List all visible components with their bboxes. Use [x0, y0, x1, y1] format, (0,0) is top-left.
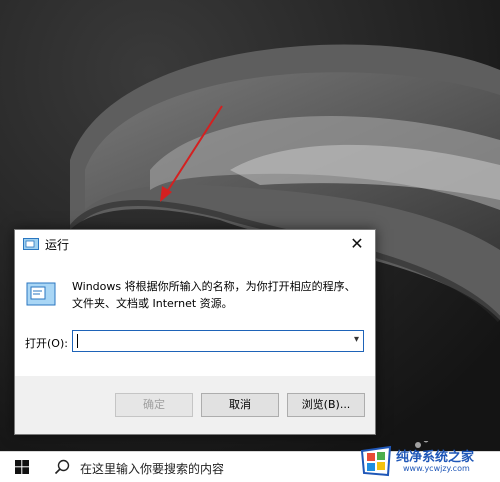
ok-button[interactable]: 确定	[115, 393, 193, 417]
taskbar-search[interactable]: 在这里输入你要搜索的内容	[44, 452, 344, 482]
start-button[interactable]	[0, 452, 44, 482]
run-app-large-icon	[26, 282, 56, 306]
dialog-titlebar[interactable]: 运行 ✕	[15, 230, 375, 258]
watermark-title: 纯净系统之家	[396, 450, 475, 465]
browse-button[interactable]: 浏览(B)...	[287, 393, 365, 417]
close-button[interactable]: ✕	[339, 230, 375, 258]
text-caret	[77, 334, 78, 348]
open-label: 打开(O):	[25, 337, 68, 350]
dialog-title: 运行	[45, 238, 70, 252]
chevron-down-icon[interactable]: ▾	[354, 334, 359, 345]
cancel-button[interactable]: 取消	[201, 393, 279, 417]
dialog-footer: 确定 取消 浏览(B)...	[15, 376, 375, 434]
watermark-url: www.ycwjzy.com	[403, 464, 470, 473]
windows-logo-icon	[15, 460, 29, 474]
open-input[interactable]: ▾	[72, 330, 364, 352]
dialog-description: Windows 将根据你所输入的名称，为你打开相应的程序、文件夹、文档或 Int…	[72, 280, 356, 310]
run-app-icon	[23, 238, 39, 250]
search-icon	[54, 459, 70, 475]
run-dialog: 运行 ✕ Windows 将根据你所输入的名称，为你打开相应的程序、文件夹、文档…	[14, 229, 376, 435]
search-placeholder: 在这里输入你要搜索的内容	[80, 462, 225, 476]
dialog-content: Windows 将根据你所输入的名称，为你打开相应的程序、文件夹、文档或 Int…	[15, 258, 375, 376]
